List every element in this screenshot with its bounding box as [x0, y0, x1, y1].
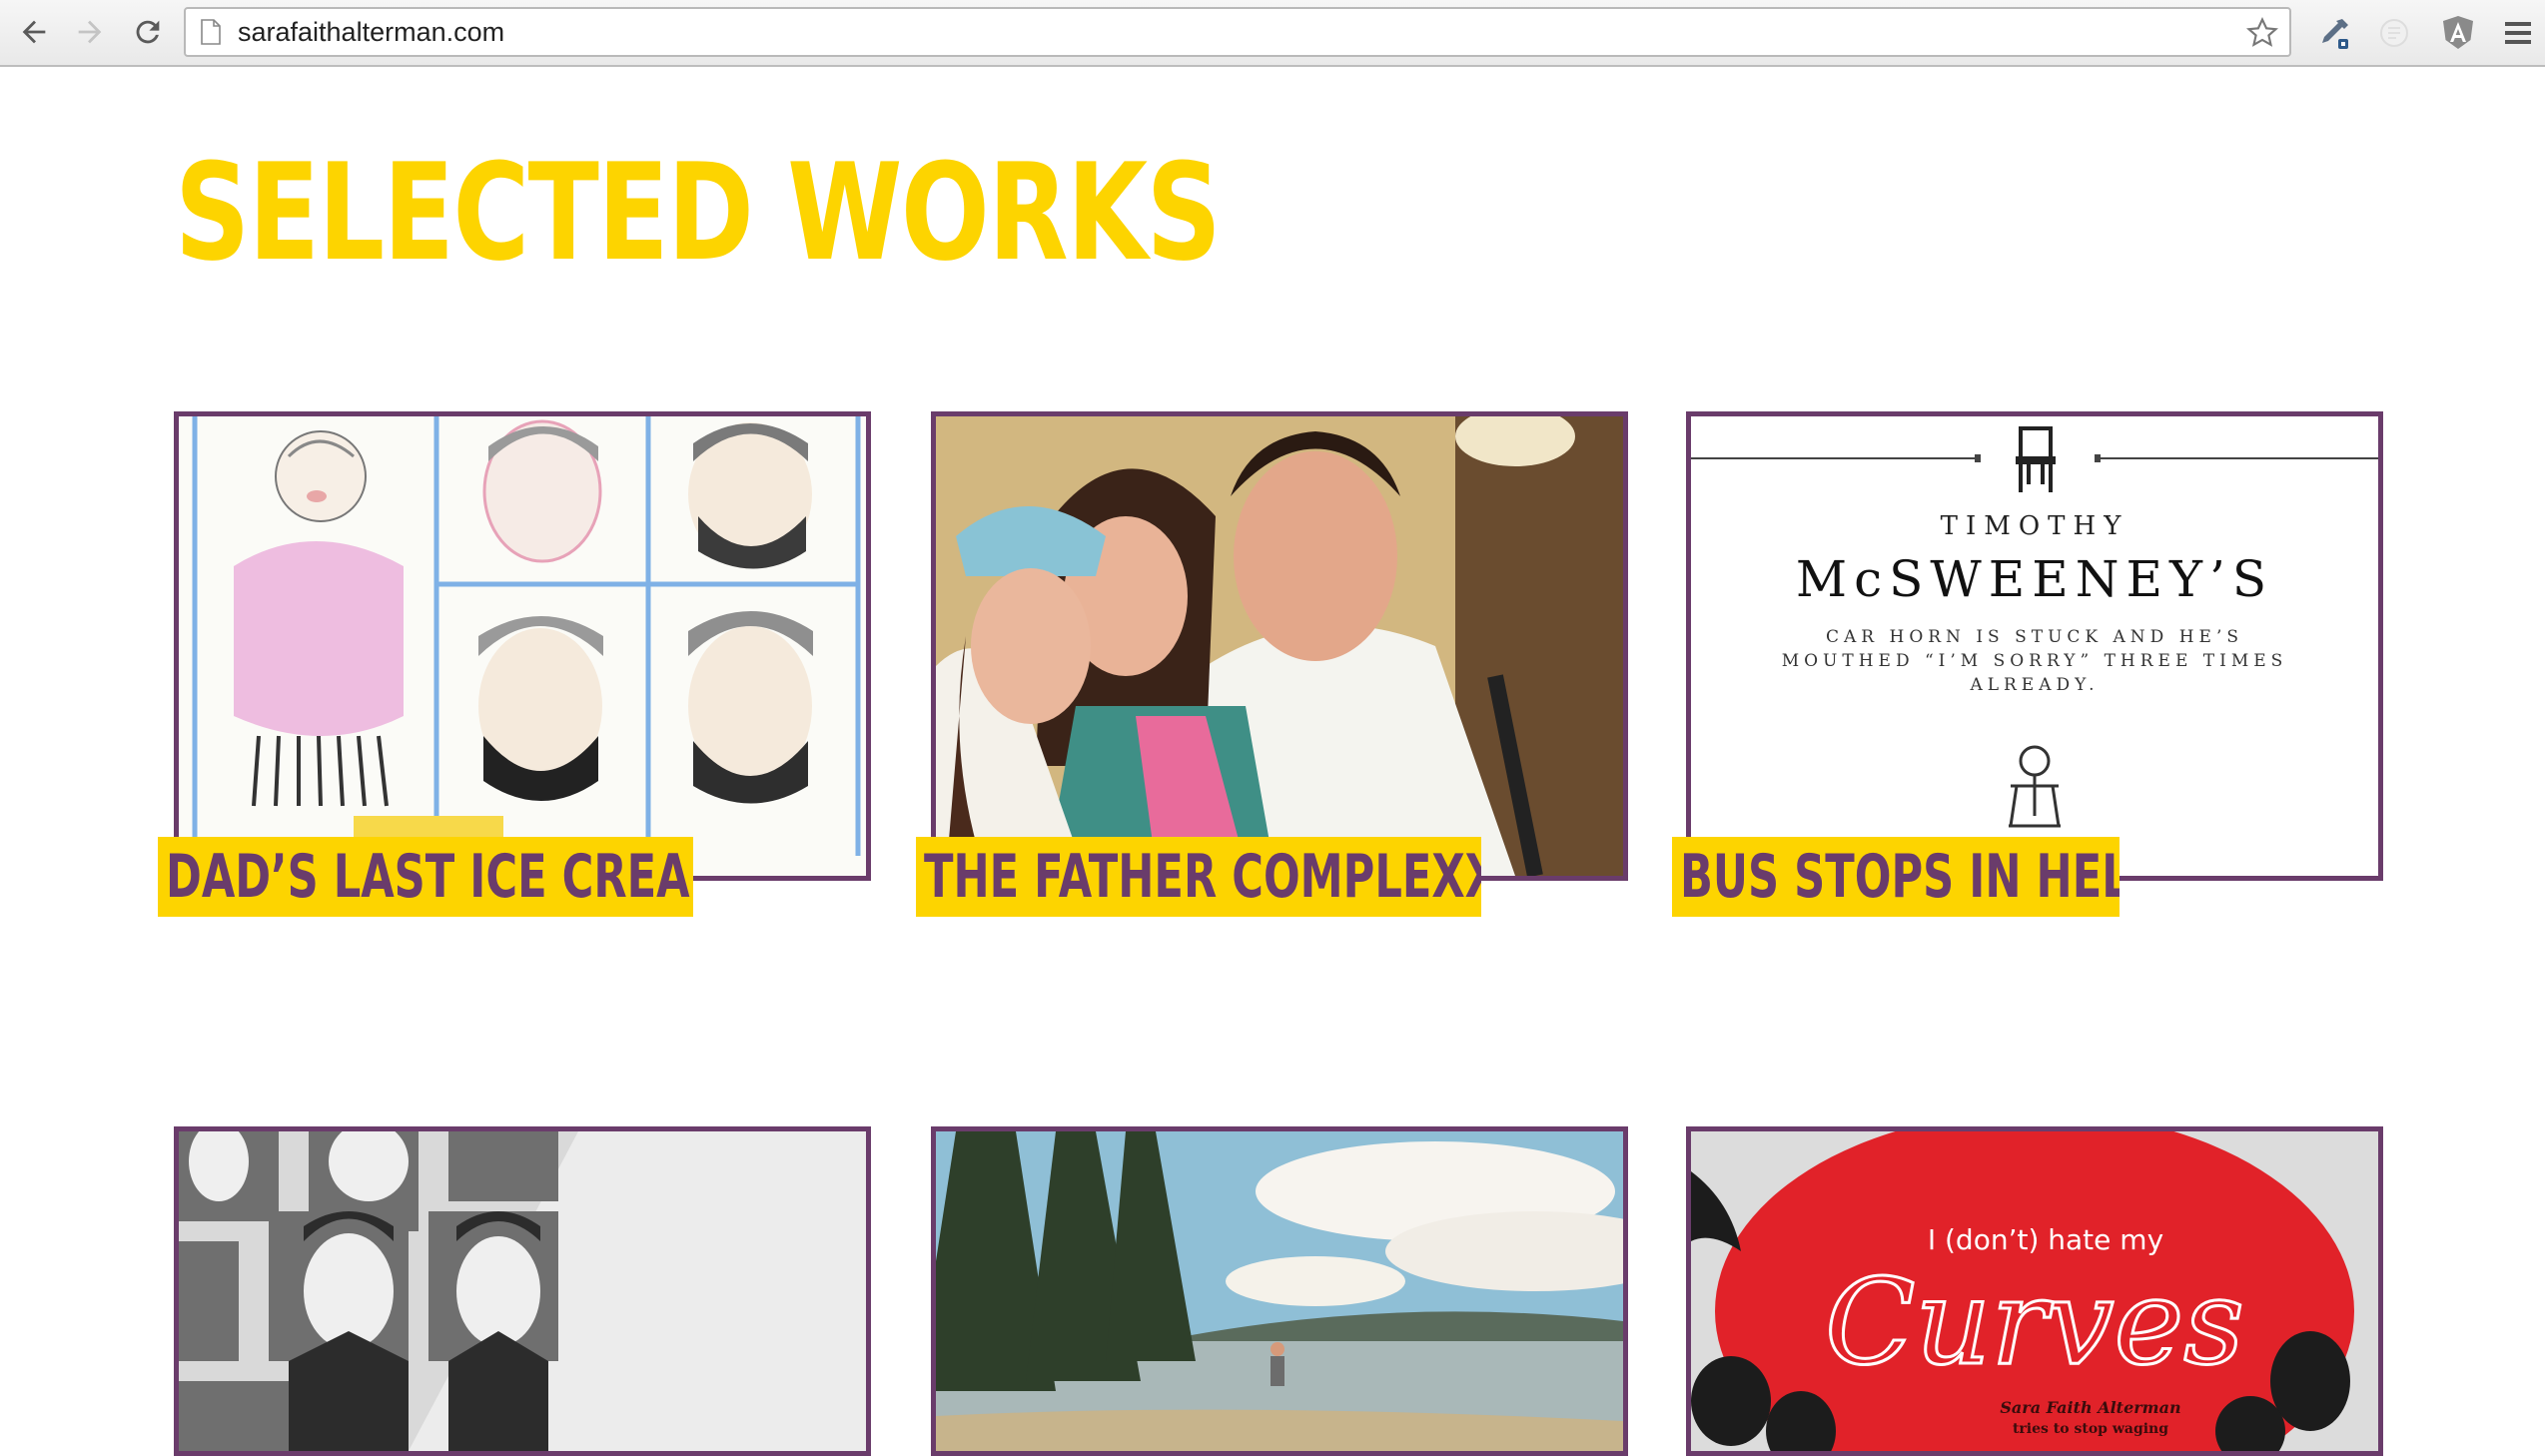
svg-text:TIMOTHY: TIMOTHY: [1941, 511, 2129, 541]
menu-icon[interactable]: [2497, 12, 2539, 54]
work-card-the-father-complexxx[interactable]: [931, 411, 1628, 881]
url-text: sarafaithalterman.com: [238, 17, 505, 47]
work-card-curves[interactable]: I (don’t) hate my Curves Sara Faith Alte…: [1686, 1126, 2383, 1456]
work-thumbnail-family-photo: [936, 416, 1623, 876]
svg-text:tries to stop waging: tries to stop waging: [2013, 1421, 2168, 1437]
work-thumbnail-lake: [936, 1131, 1623, 1451]
svg-text:McSWEENEY’S: McSWEENEY’S: [1796, 550, 2273, 608]
work-thumbnail-mcsweeneys: TIMOTHY McSWEENEY’S CAR HORN IS STUCK AN…: [1691, 416, 2378, 876]
eyedropper-extension-icon[interactable]: [2313, 12, 2355, 54]
page-title: SELECTED WORKS: [175, 135, 1222, 291]
forward-arrow-icon: [78, 20, 102, 44]
work-thumbnail-sketches: [179, 416, 866, 876]
svg-text:CAR HORN IS STUCK AND HE’S: CAR HORN IS STUCK AND HE’S: [1826, 627, 2243, 647]
address-bar[interactable]: sarafaithalterman.com: [184, 7, 2291, 57]
work-title-bus-stops-in-hell[interactable]: BUS STOPS IN HELL: [1672, 837, 2120, 917]
bookmark-star-icon[interactable]: [2245, 16, 2279, 50]
circle-extension-icon[interactable]: [2373, 12, 2415, 54]
work-card-dads-last-ice-cream[interactable]: [174, 411, 871, 881]
browser-toolbar: sarafaithalterman.com: [0, 0, 2545, 67]
work-card-yearbook[interactable]: [174, 1126, 871, 1456]
work-thumbnail-yearbook: [179, 1131, 866, 1451]
work-thumbnail-curves: I (don’t) hate my Curves Sara Faith Alte…: [1691, 1131, 2378, 1451]
reload-icon: [136, 20, 160, 44]
angular-extension-icon[interactable]: [2437, 12, 2479, 54]
work-card-lake[interactable]: [931, 1126, 1628, 1456]
work-card-bus-stops-in-hell[interactable]: TIMOTHY McSWEENEY’S CAR HORN IS STUCK AN…: [1686, 411, 2383, 881]
back-button[interactable]: [12, 10, 56, 54]
reload-button[interactable]: [126, 10, 170, 54]
back-arrow-icon: [22, 20, 46, 44]
svg-text:ALREADY.: ALREADY.: [1969, 675, 2099, 695]
svg-text:Sara Faith Alterman: Sara Faith Alterman: [2000, 1398, 2180, 1417]
svg-text:Curves: Curves: [1825, 1253, 2244, 1391]
forward-button[interactable]: [68, 10, 112, 54]
page-icon: [201, 19, 221, 45]
work-title-the-father-complexxx[interactable]: THE FATHER COMPLEXXX: [916, 837, 1481, 917]
svg-text:I (don’t) hate my: I (don’t) hate my: [1928, 1223, 2163, 1256]
svg-text:MOUTHED “I’M SORRY” THREE TIME: MOUTHED “I’M SORRY” THREE TIMES: [1782, 651, 2288, 671]
work-title-dads-last-ice-cream[interactable]: DAD’S LAST ICE CREAM: [158, 837, 693, 917]
